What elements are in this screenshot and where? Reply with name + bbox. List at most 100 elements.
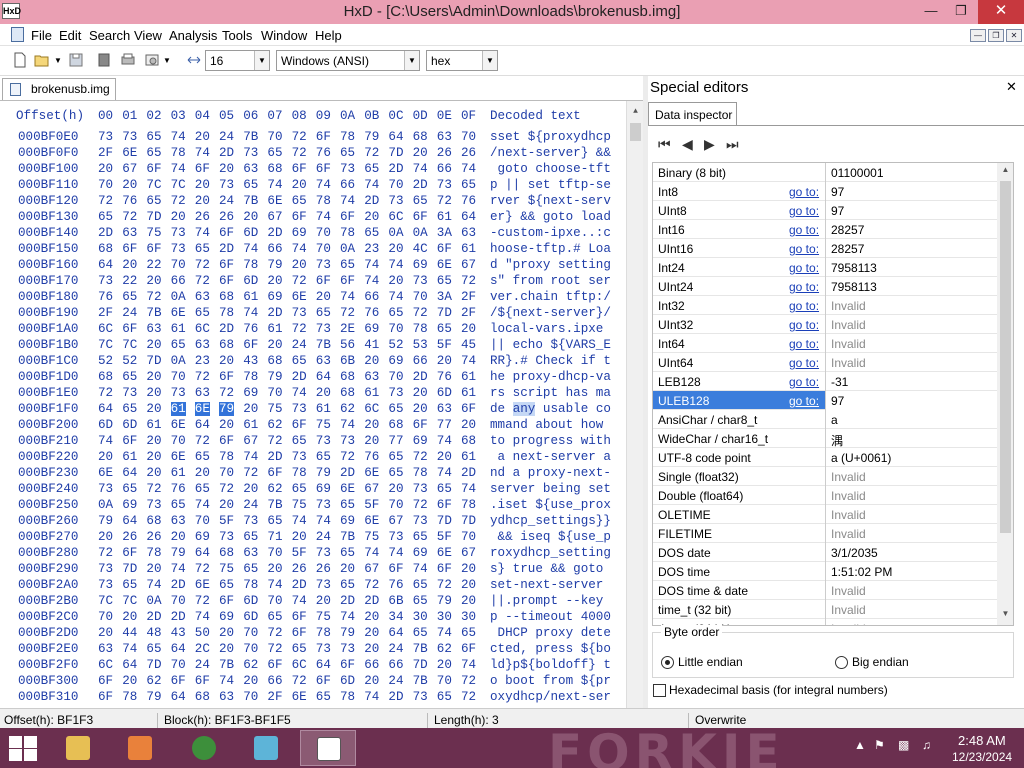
hex-byte[interactable]: 61 <box>122 450 137 464</box>
inspector-row[interactable]: UInt64 go to: Invalid <box>653 353 997 372</box>
inspector-value[interactable]: Invalid <box>825 315 997 334</box>
menu-edit[interactable]: Edit <box>59 28 81 43</box>
menu-file[interactable]: File <box>31 28 52 43</box>
hex-byte[interactable]: 7C <box>122 338 137 352</box>
inspector-value[interactable]: Invalid <box>825 619 997 625</box>
hex-byte[interactable]: 79 <box>364 130 379 144</box>
hex-byte[interactable]: 52 <box>388 338 403 352</box>
hex-byte[interactable]: 70 <box>267 546 282 560</box>
hex-byte[interactable]: 2F <box>98 306 113 320</box>
hex-row[interactable]: 000BF110 70 20 7C 7C 20 73 65 74 20 74 66 74 70 2D 73 65… <box>0 178 626 194</box>
hex-byte[interactable]: 78 <box>243 258 258 272</box>
hex-byte[interactable]: 65 <box>340 578 355 592</box>
hex-byte[interactable]: 20 <box>461 578 476 592</box>
hex-byte[interactable]: 76 <box>364 450 379 464</box>
goto-link[interactable]: go to: <box>789 356 819 370</box>
hex-byte[interactable]: 78 <box>413 322 428 336</box>
hex-byte[interactable]: 2D <box>98 226 113 240</box>
download-manager-icon[interactable] <box>176 730 232 766</box>
inspector-row[interactable]: Binary (8 bit) 01100001 <box>653 163 997 182</box>
hex-byte[interactable]: 74 <box>171 130 186 144</box>
hex-byte[interactable]: 20 <box>364 210 379 224</box>
hex-byte[interactable]: 2D <box>292 578 307 592</box>
hex-row[interactable]: 000BF2E0 63 74 65 64 2C 20 70 72 65 73 73 20 24 7B 62 6F… <box>0 642 626 658</box>
hex-byte[interactable]: 63 <box>437 130 452 144</box>
hex-byte[interactable]: 65 <box>98 210 113 224</box>
hex-byte[interactable]: 74 <box>364 258 379 272</box>
hex-byte[interactable]: 7B <box>243 130 258 144</box>
hex-byte[interactable]: 72 <box>267 626 282 640</box>
hex-byte[interactable]: 70 <box>171 434 186 448</box>
hex-byte[interactable]: 2D <box>171 578 186 592</box>
hex-byte[interactable]: 77 <box>437 418 452 432</box>
hex-byte[interactable]: 2D <box>340 594 355 608</box>
inspector-value[interactable]: Invalid <box>825 334 997 353</box>
inspector-value[interactable]: 7958113 <box>825 277 997 296</box>
hex-row[interactable]: 000BF310 6F 78 79 64 68 63 70 2F 6E 65 78 74 2D 73 65 72… <box>0 690 626 706</box>
hex-byte[interactable]: 74 <box>437 466 452 480</box>
hex-byte[interactable]: 68 <box>340 386 355 400</box>
hex-byte[interactable]: 73 <box>316 434 331 448</box>
hex-row[interactable]: 000BF210 74 6F 20 70 72 6F 67 72 65 73 73 20 77 69 74 68… <box>0 434 626 450</box>
hex-byte[interactable]: 69 <box>413 434 428 448</box>
hex-byte[interactable]: 71 <box>267 530 282 544</box>
hex-byte[interactable]: 74 <box>437 434 452 448</box>
hex-byte[interactable]: 67 <box>364 482 379 496</box>
hex-byte[interactable]: 61 <box>170 402 186 416</box>
hex-byte[interactable]: 6F <box>219 274 234 288</box>
hex-byte[interactable]: 24 <box>388 674 403 688</box>
hex-row[interactable]: 000BF0F0 2F 6E 65 78 74 2D 73 65 72 76 65 72 7D 20 26 26… <box>0 146 626 162</box>
hex-byte[interactable]: 70 <box>461 530 476 544</box>
inspector-value[interactable]: Invalid <box>825 296 997 315</box>
windows-start-icon[interactable] <box>8 734 38 762</box>
hex-byte[interactable]: 70 <box>388 322 403 336</box>
hex-byte[interactable]: 70 <box>243 642 258 656</box>
decoded-text[interactable]: s} true && goto <box>490 562 611 576</box>
hex-byte[interactable]: 63 <box>122 226 137 240</box>
inspector-value[interactable]: 7958113 <box>825 258 997 277</box>
hex-byte[interactable]: 61 <box>461 450 476 464</box>
hex-byte[interactable]: 6F <box>413 210 428 224</box>
hex-byte[interactable]: 68 <box>461 434 476 448</box>
hex-byte[interactable]: 61 <box>461 370 476 384</box>
hex-byte[interactable]: 63 <box>98 642 113 656</box>
decoded-text[interactable]: ydhcp_settings}} <box>490 514 611 528</box>
hex-byte[interactable]: 70 <box>195 514 210 528</box>
file-explorer-icon[interactable] <box>50 730 106 766</box>
hex-byte[interactable]: 65 <box>267 514 282 528</box>
hex-scrollbar[interactable]: ▲ <box>626 101 643 708</box>
goto-link[interactable]: go to: <box>789 261 819 275</box>
hex-byte[interactable]: 6F <box>316 274 331 288</box>
hex-byte[interactable]: 68 <box>146 514 161 528</box>
hex-byte[interactable]: 6D <box>243 610 258 624</box>
hex-byte[interactable]: 74 <box>413 162 428 176</box>
hex-byte[interactable]: 72 <box>98 386 113 400</box>
hex-byte[interactable]: 78 <box>316 194 331 208</box>
hex-byte[interactable]: 20 <box>340 562 355 576</box>
hex-byte[interactable]: 74 <box>98 434 113 448</box>
hex-row[interactable]: 000BF290 73 7D 20 74 72 75 65 20 26 26 20 67 6F 74 6F 20… <box>0 562 626 578</box>
hex-basis-label[interactable]: Hexadecimal basis (for integral numbers) <box>669 683 888 697</box>
hex-byte[interactable]: 6F <box>461 642 476 656</box>
hex-byte[interactable]: 20 <box>364 642 379 656</box>
hex-byte[interactable]: 67 <box>364 562 379 576</box>
hex-byte[interactable]: 74 <box>292 242 307 256</box>
hex-byte[interactable]: 65 <box>146 146 161 160</box>
hex-byte[interactable]: 24 <box>219 194 234 208</box>
close-button[interactable]: ✕ <box>978 0 1024 24</box>
decoded-text[interactable]: .iset ${use_prox <box>490 498 611 512</box>
inspector-value[interactable]: 97 <box>825 182 997 201</box>
hex-byte[interactable]: 73 <box>340 162 355 176</box>
close-file-icon[interactable] <box>96 52 112 68</box>
document-icon[interactable] <box>11 27 24 42</box>
hex-byte[interactable]: 20 <box>461 594 476 608</box>
hex-byte[interactable]: 64 <box>122 658 137 672</box>
goto-link[interactable]: go to: <box>789 318 819 332</box>
hex-byte[interactable]: 63 <box>364 370 379 384</box>
hex-byte[interactable]: 20 <box>413 386 428 400</box>
hex-byte[interactable]: 65 <box>340 498 355 512</box>
inspector-value[interactable]: 3/1/2035 <box>825 543 997 562</box>
hex-byte[interactable]: 26 <box>292 562 307 576</box>
hex-byte[interactable]: 62 <box>340 402 355 416</box>
hex-byte[interactable]: 76 <box>437 370 452 384</box>
